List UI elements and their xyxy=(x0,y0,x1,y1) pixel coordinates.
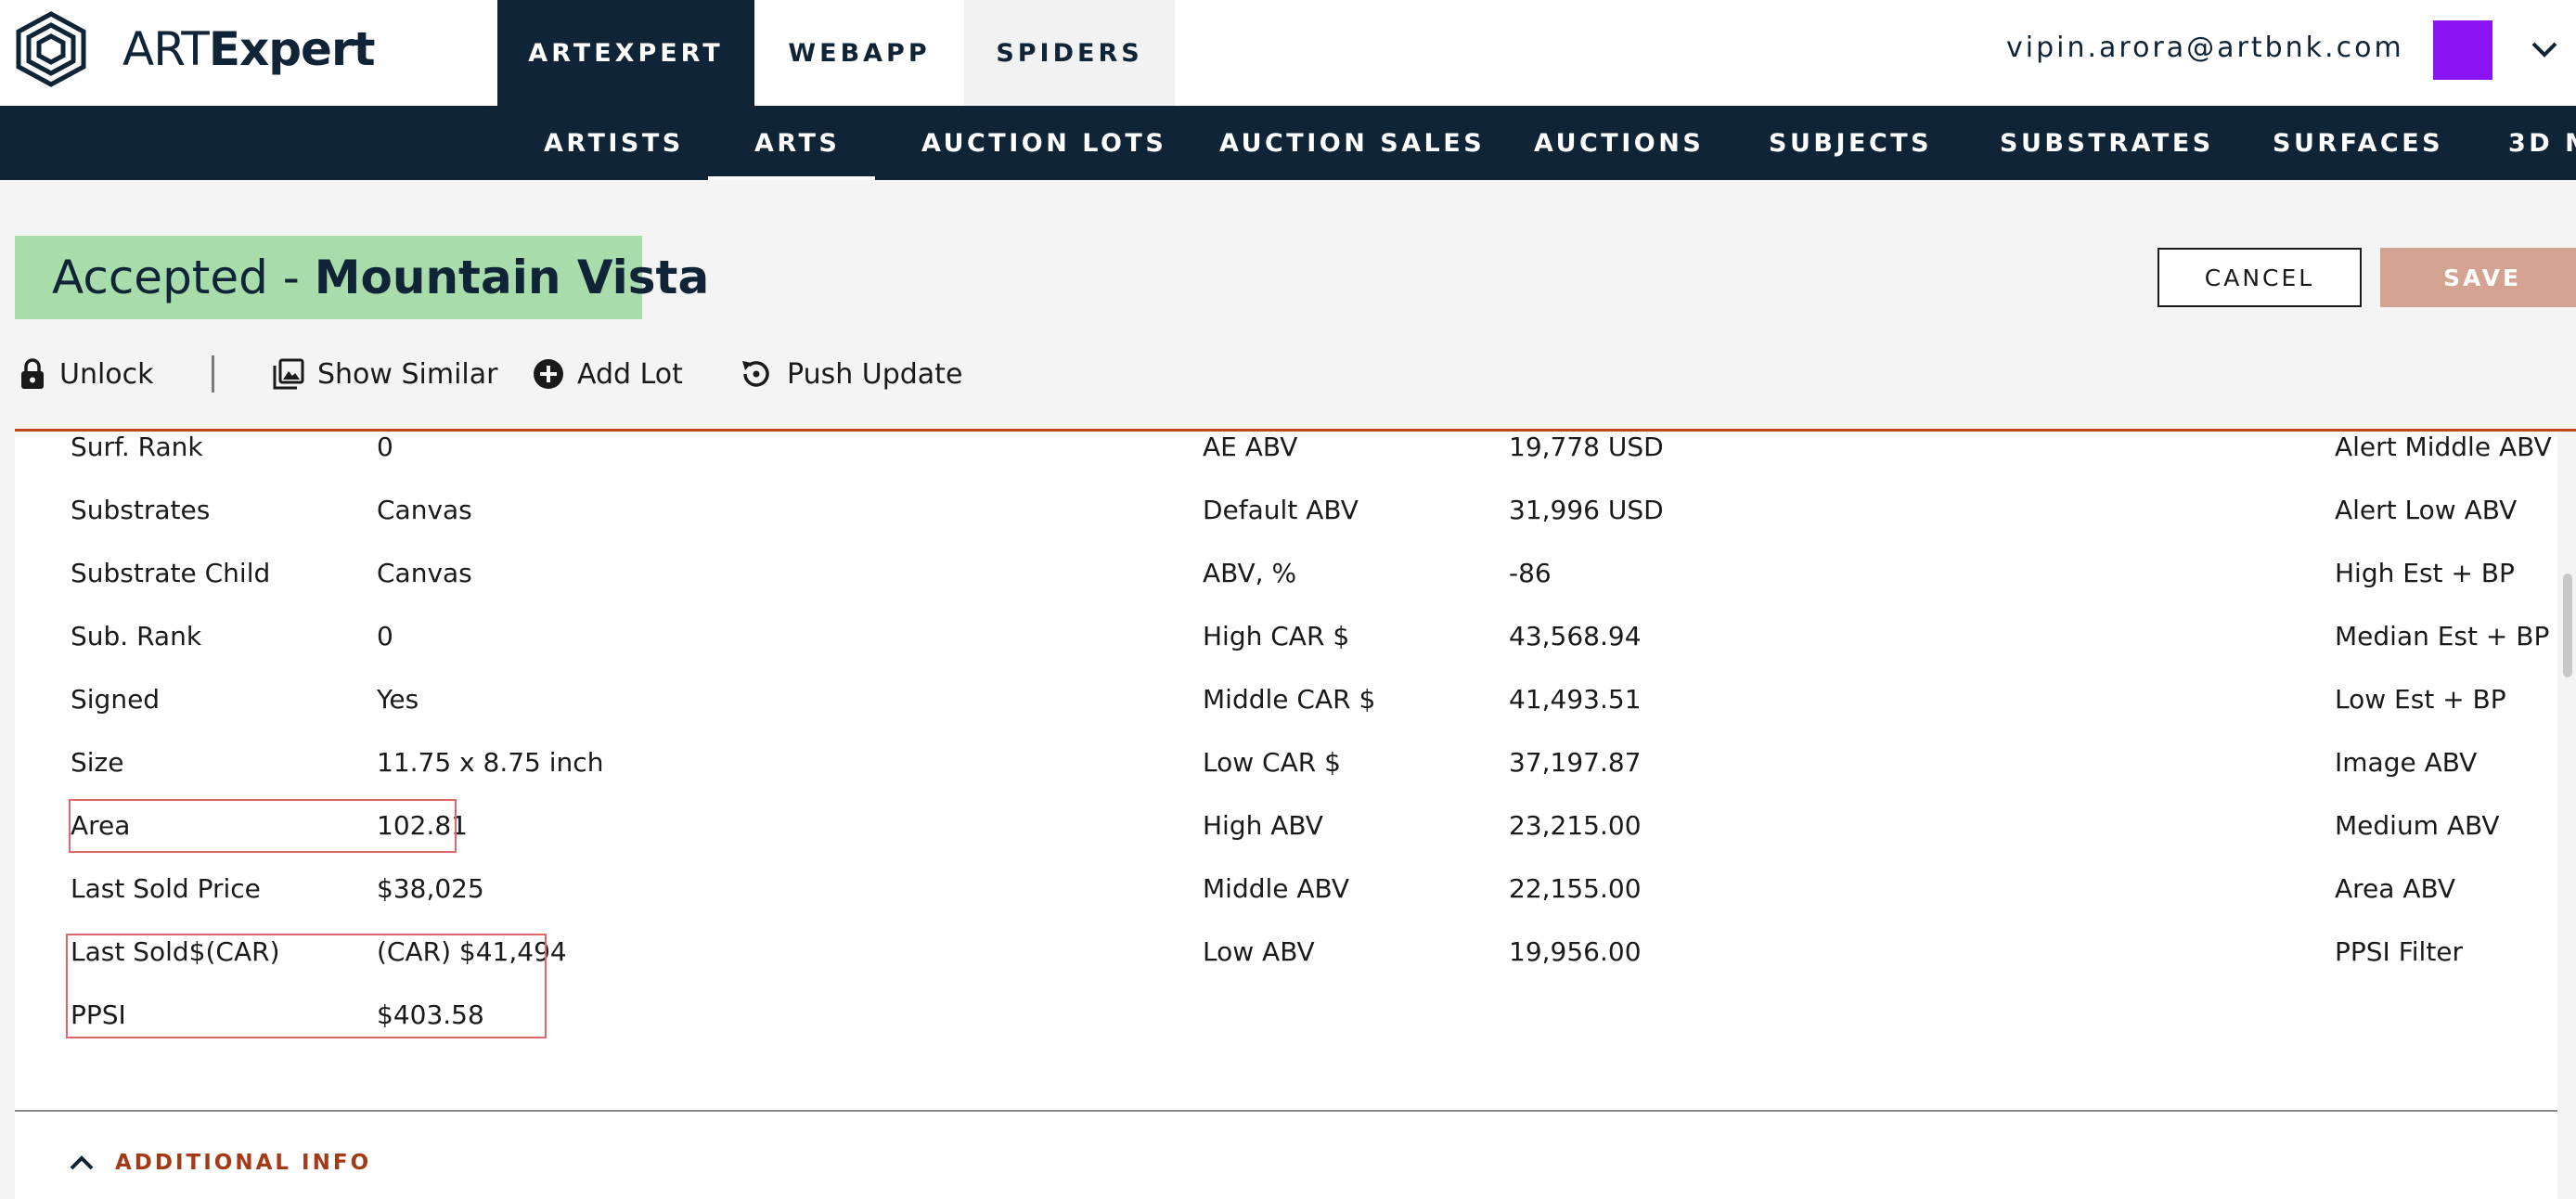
plus-circle-icon xyxy=(534,359,563,389)
field-label-low-est-bp: Low Est + BP xyxy=(2335,684,2506,715)
field-label-substrate-child: Substrate Child xyxy=(71,558,271,588)
nav-arts[interactable]: ARTS xyxy=(754,106,840,180)
field-label-alert-middle-abv: Alert Middle ABV xyxy=(2335,432,2552,462)
field-label-alert-low-abv: Alert Low ABV xyxy=(2335,495,2518,525)
field-label-ae-abv: AE ABV xyxy=(1203,432,1298,462)
field-label-medium-abv: Medium ABV xyxy=(2335,810,2500,841)
field-label-high-abv: High ABV xyxy=(1203,810,1323,841)
brand-logo[interactable]: ARTExpert xyxy=(13,11,376,87)
image-gallery-icon xyxy=(273,358,304,390)
field-label-high-est-bp: High Est + BP xyxy=(2335,558,2515,588)
field-value-middle-abv: 22,155.00 xyxy=(1509,873,1642,904)
save-button[interactable]: SAVE xyxy=(2380,248,2576,307)
field-value-low-car: 37,197.87 xyxy=(1509,747,1642,778)
nav-3d-models[interactable]: 3D M xyxy=(2508,106,2576,180)
nav-auction-lots[interactable]: AUCTION LOTS xyxy=(921,106,1166,180)
brand-name: ARTExpert xyxy=(122,22,376,76)
field-value-low-abv: 19,956.00 xyxy=(1509,936,1642,967)
field-label-area-abv: Area ABV xyxy=(2335,873,2455,904)
push-update-label: Push Update xyxy=(787,357,963,391)
nav-subjects[interactable]: SUBJECTS xyxy=(1769,106,1932,180)
top-tab-webapp[interactable]: WEBAPP xyxy=(754,0,964,106)
field-label-middle-car: Middle CAR $ xyxy=(1203,684,1376,715)
field-value-surf-rank: 0 xyxy=(377,432,393,462)
field-label-default-abv: Default ABV xyxy=(1203,495,1359,525)
show-similar-label: Show Similar xyxy=(317,357,498,391)
field-value-signed: Yes xyxy=(377,684,419,715)
top-bar: ARTExpert ARTEXPERT WEBAPP SPIDERS vipin… xyxy=(0,0,2576,106)
nav-artists[interactable]: ARTISTS xyxy=(544,106,684,180)
panel-divider xyxy=(15,1110,2557,1112)
field-label-surf-rank: Surf. Rank xyxy=(71,432,203,462)
add-lot-label: Add Lot xyxy=(577,357,683,391)
field-value-default-abv: 31,996 USD xyxy=(1509,495,1664,525)
chevron-down-icon[interactable] xyxy=(2528,35,2561,63)
additional-info-toggle[interactable]: ADDITIONAL INFO xyxy=(69,1151,371,1175)
field-label-middle-abv: Middle ABV xyxy=(1203,873,1350,904)
unlock-label: Unlock xyxy=(59,357,154,391)
nav-active-indicator xyxy=(708,176,875,180)
field-value-last-sold-price: $38,025 xyxy=(377,873,484,904)
lock-icon xyxy=(21,358,44,389)
cancel-button[interactable]: CANCEL xyxy=(2157,248,2362,307)
field-label-image-abv: Image ABV xyxy=(2335,747,2478,778)
field-label-low-car: Low CAR $ xyxy=(1203,747,1341,778)
status-prefix: Accepted - xyxy=(52,251,315,304)
status-badge: Accepted - Mountain Vista xyxy=(15,236,709,319)
show-similar-button[interactable]: Show Similar xyxy=(273,351,497,397)
action-divider xyxy=(212,355,214,393)
chevron-up-icon xyxy=(70,1155,94,1170)
art-title: Mountain Vista xyxy=(314,251,710,304)
nav-auction-sales[interactable]: AUCTION SALES xyxy=(1219,106,1485,180)
field-value-size: 11.75 x 8.75 inch xyxy=(377,747,604,778)
top-tab-spiders[interactable]: SPIDERS xyxy=(964,0,1175,106)
main-nav: ARTISTS ARTS AUCTION LOTS AUCTION SALES … xyxy=(0,106,2576,180)
nav-substrates[interactable]: SUBSTRATES xyxy=(2000,106,2214,180)
avatar[interactable] xyxy=(2433,20,2492,80)
field-value-sub-rank: 0 xyxy=(377,621,393,651)
field-value-abv-percent: -86 xyxy=(1509,558,1552,588)
field-value-high-car: 43,568.94 xyxy=(1509,621,1642,651)
field-value-substrate-child: Canvas xyxy=(377,558,472,588)
add-lot-button[interactable]: Add Lot xyxy=(533,351,683,397)
field-label-size: Size xyxy=(71,747,124,778)
push-update-button[interactable]: Push Update xyxy=(739,351,962,397)
hexagon-logo-icon xyxy=(16,11,86,87)
user-email: vipin.arora@artbnk.com xyxy=(2006,32,2404,64)
field-label-last-sold-price: Last Sold Price xyxy=(71,873,261,904)
scrollbar-track[interactable] xyxy=(2557,432,2576,1199)
scrollbar-thumb[interactable] xyxy=(2563,574,2572,677)
field-value-high-abv: 23,215.00 xyxy=(1509,810,1642,841)
field-label-sub-rank: Sub. Rank xyxy=(71,621,202,651)
field-label-low-abv: Low ABV xyxy=(1203,936,1315,967)
field-value-middle-car: 41,493.51 xyxy=(1509,684,1642,715)
field-value-ae-abv: 19,778 USD xyxy=(1509,432,1664,462)
highlight-box-last-sold-ppsi xyxy=(66,934,547,1038)
top-tab-artexpert[interactable]: ARTEXPERT xyxy=(497,0,754,106)
highlight-box-area xyxy=(69,799,457,853)
field-label-ppsi-filter: PPSI Filter xyxy=(2335,936,2464,967)
field-label-abv-percent: ABV, % xyxy=(1203,558,1297,588)
field-label-high-car: High CAR $ xyxy=(1203,621,1350,651)
field-label-signed: Signed xyxy=(71,684,161,715)
nav-auctions[interactable]: AUCTIONS xyxy=(1534,106,1704,180)
refresh-icon xyxy=(742,361,769,387)
field-label-median-est-bp: Median Est + BP xyxy=(2335,621,2550,651)
additional-info-label: ADDITIONAL INFO xyxy=(115,1151,372,1175)
nav-surfaces[interactable]: SURFACES xyxy=(2273,106,2443,180)
field-label-substrates: Substrates xyxy=(71,495,211,525)
field-value-substrates: Canvas xyxy=(377,495,472,525)
unlock-button[interactable]: Unlock xyxy=(19,351,154,397)
